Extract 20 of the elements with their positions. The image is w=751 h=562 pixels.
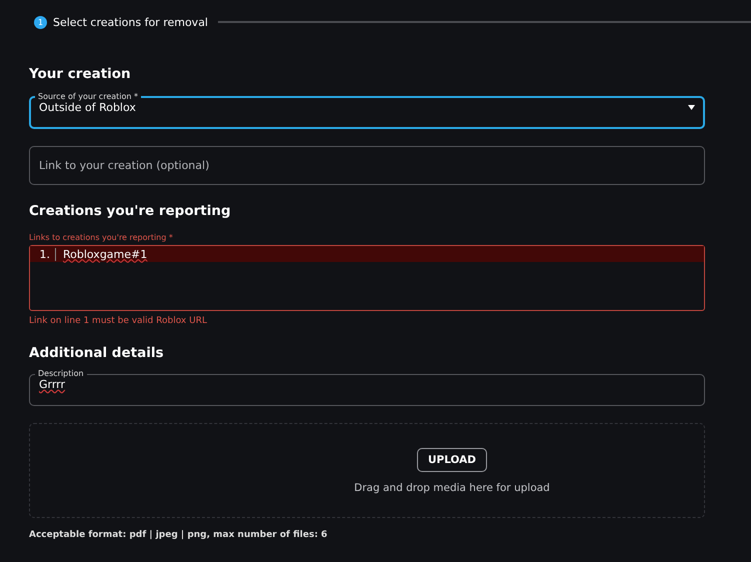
error-message: Link on line 1 must be valid Roblox URL xyxy=(29,316,208,326)
link-input-field[interactable]: Link to your creation (optional) xyxy=(29,146,705,185)
drop-zone[interactable]: UPLOAD Drag and drop media here for upload xyxy=(29,423,705,518)
field-label: Links to creations you're reporting * xyxy=(29,233,174,242)
line-number: 1. xyxy=(30,248,56,260)
upload-hint: Drag and drop media here for upload xyxy=(354,482,550,494)
caret-icon xyxy=(688,105,695,110)
upload-button[interactable]: UPLOAD xyxy=(416,448,488,472)
links-text-area[interactable]: 1. Robloxgame#1 xyxy=(29,245,705,311)
source-dropdown[interactable]: Source of your creation * Outside of Roblox xyxy=(29,93,705,129)
section-heading: Additional details xyxy=(29,345,164,361)
step-title: Select creations for removal xyxy=(53,16,208,28)
field-label: Description xyxy=(37,370,85,378)
format-note: Acceptable format: pdf | jpeg | png, max number of files: 6 xyxy=(29,530,328,540)
step-number: 1 xyxy=(34,16,47,28)
link-text: Robloxgame#1 xyxy=(62,248,148,260)
section-heading: Your creation xyxy=(29,66,132,82)
section-heading: Creations you're reporting xyxy=(29,203,232,219)
field-label: Source of your creation * xyxy=(37,93,140,101)
description-field[interactable]: Description Grrrr xyxy=(29,370,705,406)
